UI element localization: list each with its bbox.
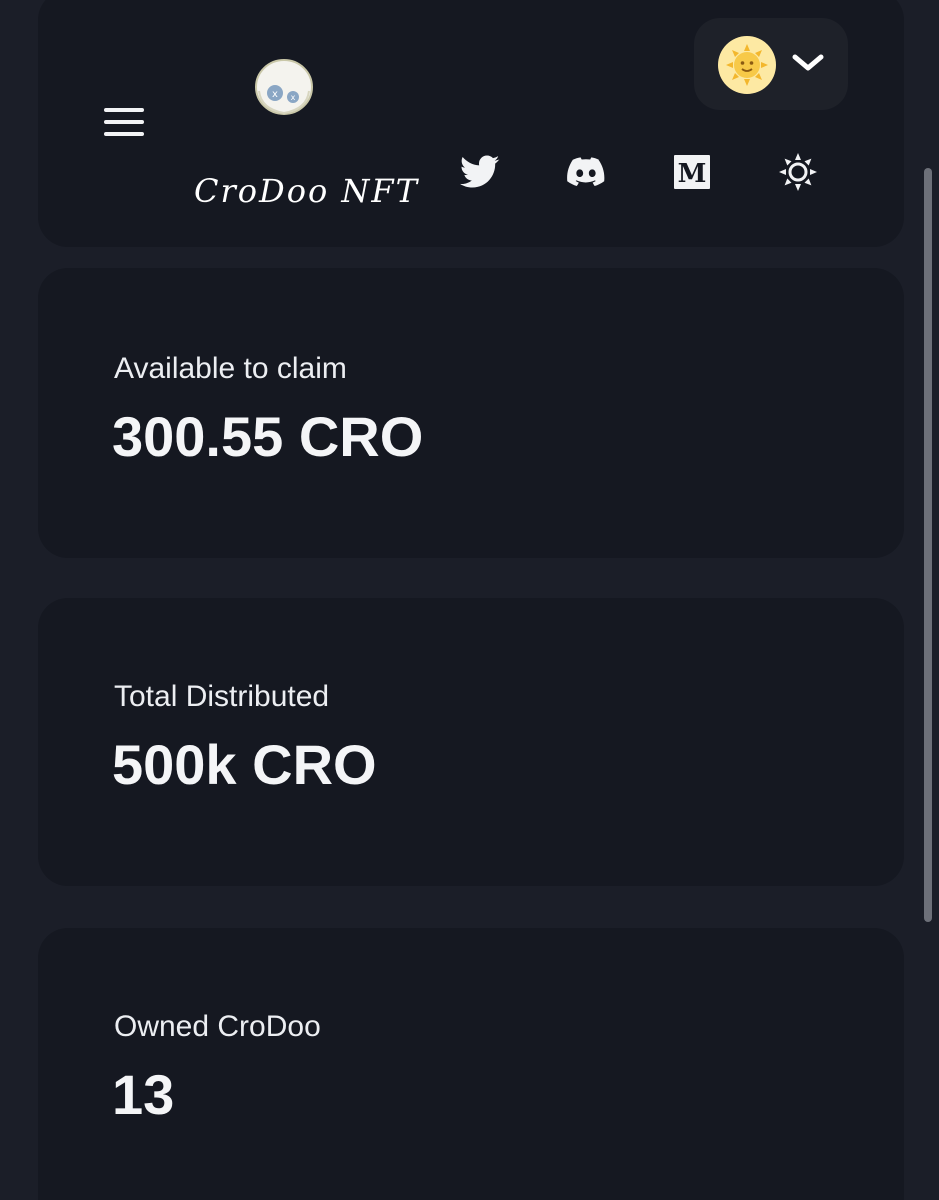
menu-bar-top [104, 108, 144, 112]
menu-button[interactable] [104, 106, 146, 138]
crodoo-logo-icon[interactable]: x x [253, 57, 315, 119]
claim-page: x x CroDoo NFT M Available to claim 300.… [0, 0, 939, 1200]
site-header: x x CroDoo NFT M [38, 0, 904, 247]
medium-icon[interactable]: M [672, 152, 712, 192]
wallet-dropdown-button[interactable] [694, 18, 848, 110]
discord-icon[interactable] [566, 152, 606, 192]
stat-label: Total Distributed [114, 680, 330, 713]
stat-label: Owned CroDoo [114, 1010, 321, 1043]
sun-face-avatar-icon [718, 36, 776, 94]
available-to-claim-card: Available to claim 300.55 CRO [38, 268, 904, 558]
stat-value: 13 [112, 1063, 175, 1126]
svg-text:x: x [272, 89, 278, 100]
stat-label: Available to claim [114, 352, 347, 385]
svg-text:x: x [291, 93, 296, 102]
brand-name[interactable]: CroDoo NFT [194, 172, 419, 210]
chevron-down-icon [790, 48, 826, 78]
svg-text:M: M [678, 159, 707, 189]
total-distributed-card: Total Distributed 500k CRO [38, 598, 904, 886]
menu-bar-middle [104, 120, 144, 124]
stat-value: 500k CRO [112, 733, 377, 796]
menu-bar-bottom [104, 132, 144, 136]
scrollbar[interactable] [924, 168, 932, 922]
owned-crodoo-card: Owned CroDoo 13 [38, 928, 904, 1200]
twitter-icon[interactable] [460, 152, 500, 192]
sun-icon[interactable] [778, 152, 818, 192]
stat-value: 300.55 CRO [112, 405, 424, 468]
